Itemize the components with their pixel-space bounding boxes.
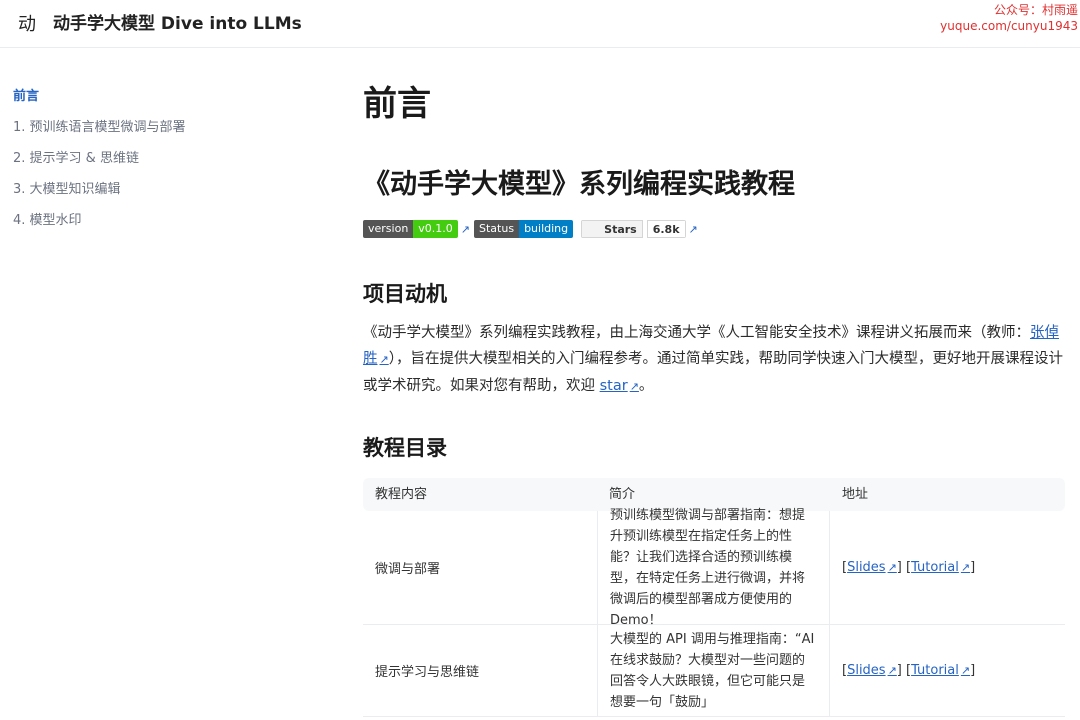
sidebar-item-finetune[interactable]: 1. 预训练语言模型微调与部署 — [13, 116, 186, 135]
watermark-line-1: 公众号：村雨遥 — [993, 3, 1078, 17]
table-cell-address: [Slides ↗] [Tutorial ↗] — [842, 663, 976, 678]
site-logo[interactable]: 动 — [18, 10, 36, 36]
external-link-icon: ↗ — [629, 380, 639, 393]
sidebar-item-prompt[interactable]: 2. 提示学习 & 思维链 — [13, 147, 139, 166]
page-subtitle: 《动手学大模型》系列编程实践教程 — [363, 169, 795, 200]
motivation-text-1: 《动手学大模型》系列编程实践教程，由上海交通大学《人工智能安全技术》课程讲义拓展… — [363, 325, 1030, 341]
version-badge-label: version — [363, 220, 414, 238]
external-link-icon[interactable]: ↗ — [461, 223, 470, 236]
table-row: 微调与部署 预训练模型微调与部署指南：想提升预训练模型在指定任务上的性能？让我们… — [363, 508, 1065, 628]
top-header: 动 动手学大模型 Dive into LLMs 公众号：村雨遥 yuque.co… — [0, 0, 1080, 48]
slides-link[interactable]: Slides ↗ — [847, 663, 897, 678]
table-cell-intro: 预训练模型微调与部署指南：想提升预训练模型在指定任务上的性能？让我们选择合适的预… — [597, 508, 830, 628]
table-cell-intro: 大模型的 API 调用与推理指南：“AI在线求鼓励？大模型对一些问题的回答令人大… — [597, 625, 830, 716]
tutorial-link[interactable]: Tutorial ↗ — [911, 663, 970, 678]
motivation-text-3: 。 — [638, 378, 654, 394]
table-row: 提示学习与思维链 大模型的 API 调用与推理指南：“AI在线求鼓励？大模型对一… — [363, 625, 1065, 717]
sidebar-item-knowledge-edit[interactable]: 3. 大模型知识编辑 — [13, 178, 121, 197]
watermark-line-2: yuque.com/cunyu1943 — [940, 19, 1078, 33]
sidebar-item-watermark[interactable]: 4. 模型水印 — [13, 209, 82, 228]
stars-badge-count: 6.8k — [646, 220, 686, 238]
stars-badge-label: Stars — [581, 220, 643, 238]
external-link-icon: ↗ — [379, 353, 389, 366]
sidebar-nav: 前言 1. 预训练语言模型微调与部署 2. 提示学习 & 思维链 3. 大模型知… — [0, 48, 330, 720]
tutorial-table: 教程内容 简介 地址 微调与部署 预训练模型微调与部署指南：想提升预训练模型在指… — [363, 478, 1065, 717]
version-badge[interactable]: version v0.1.0 — [363, 220, 458, 238]
motivation-paragraph: 《动手学大模型》系列编程实践教程，由上海交通大学《人工智能安全技术》课程讲义拓展… — [363, 320, 1068, 400]
table-cell-content: 微调与部署 — [375, 562, 441, 577]
badge-row: version v0.1.0 ↗ Status building Stars 6… — [363, 220, 702, 238]
section-heading-motivation: 项目动机 — [363, 282, 447, 306]
version-badge-value: v0.1.0 — [413, 220, 458, 238]
external-link-icon: ↗ — [887, 664, 897, 677]
table-header-content: 教程内容 — [375, 487, 428, 502]
table-header-address: 地址 — [842, 487, 869, 502]
motivation-text-2: ），旨在提供大模型相关的入门编程参考。通过简单实践，帮助同学快速入门大模型，更好… — [363, 351, 1063, 394]
watermark: 公众号：村雨遥 yuque.com/cunyu1943 — [940, 2, 1078, 34]
status-badge-value: building — [519, 220, 574, 238]
table-cell-content: 提示学习与思维链 — [375, 665, 480, 680]
slides-link[interactable]: Slides ↗ — [847, 560, 897, 575]
sidebar-item-preface[interactable]: 前言 — [13, 85, 39, 104]
table-cell-address: [Slides ↗] [Tutorial ↗] — [842, 560, 976, 575]
site-title[interactable]: 动手学大模型 Dive into LLMs — [53, 9, 302, 34]
stars-badge[interactable]: Stars 6.8k — [581, 220, 686, 238]
status-badge-label: Status — [474, 220, 520, 238]
main-content: 前言 《动手学大模型》系列编程实践教程 version v0.1.0 ↗ Sta… — [363, 48, 1068, 720]
external-link-icon[interactable]: ↗ — [689, 223, 698, 236]
external-link-icon: ↗ — [960, 561, 971, 574]
star-link[interactable]: star ↗ — [600, 378, 639, 394]
tutorial-link[interactable]: Tutorial ↗ — [911, 560, 970, 575]
page-title: 前言 — [363, 84, 431, 124]
external-link-icon: ↗ — [887, 561, 897, 574]
status-badge[interactable]: Status building — [474, 220, 574, 238]
external-link-icon: ↗ — [960, 664, 971, 677]
section-heading-toc: 教程目录 — [363, 436, 447, 460]
